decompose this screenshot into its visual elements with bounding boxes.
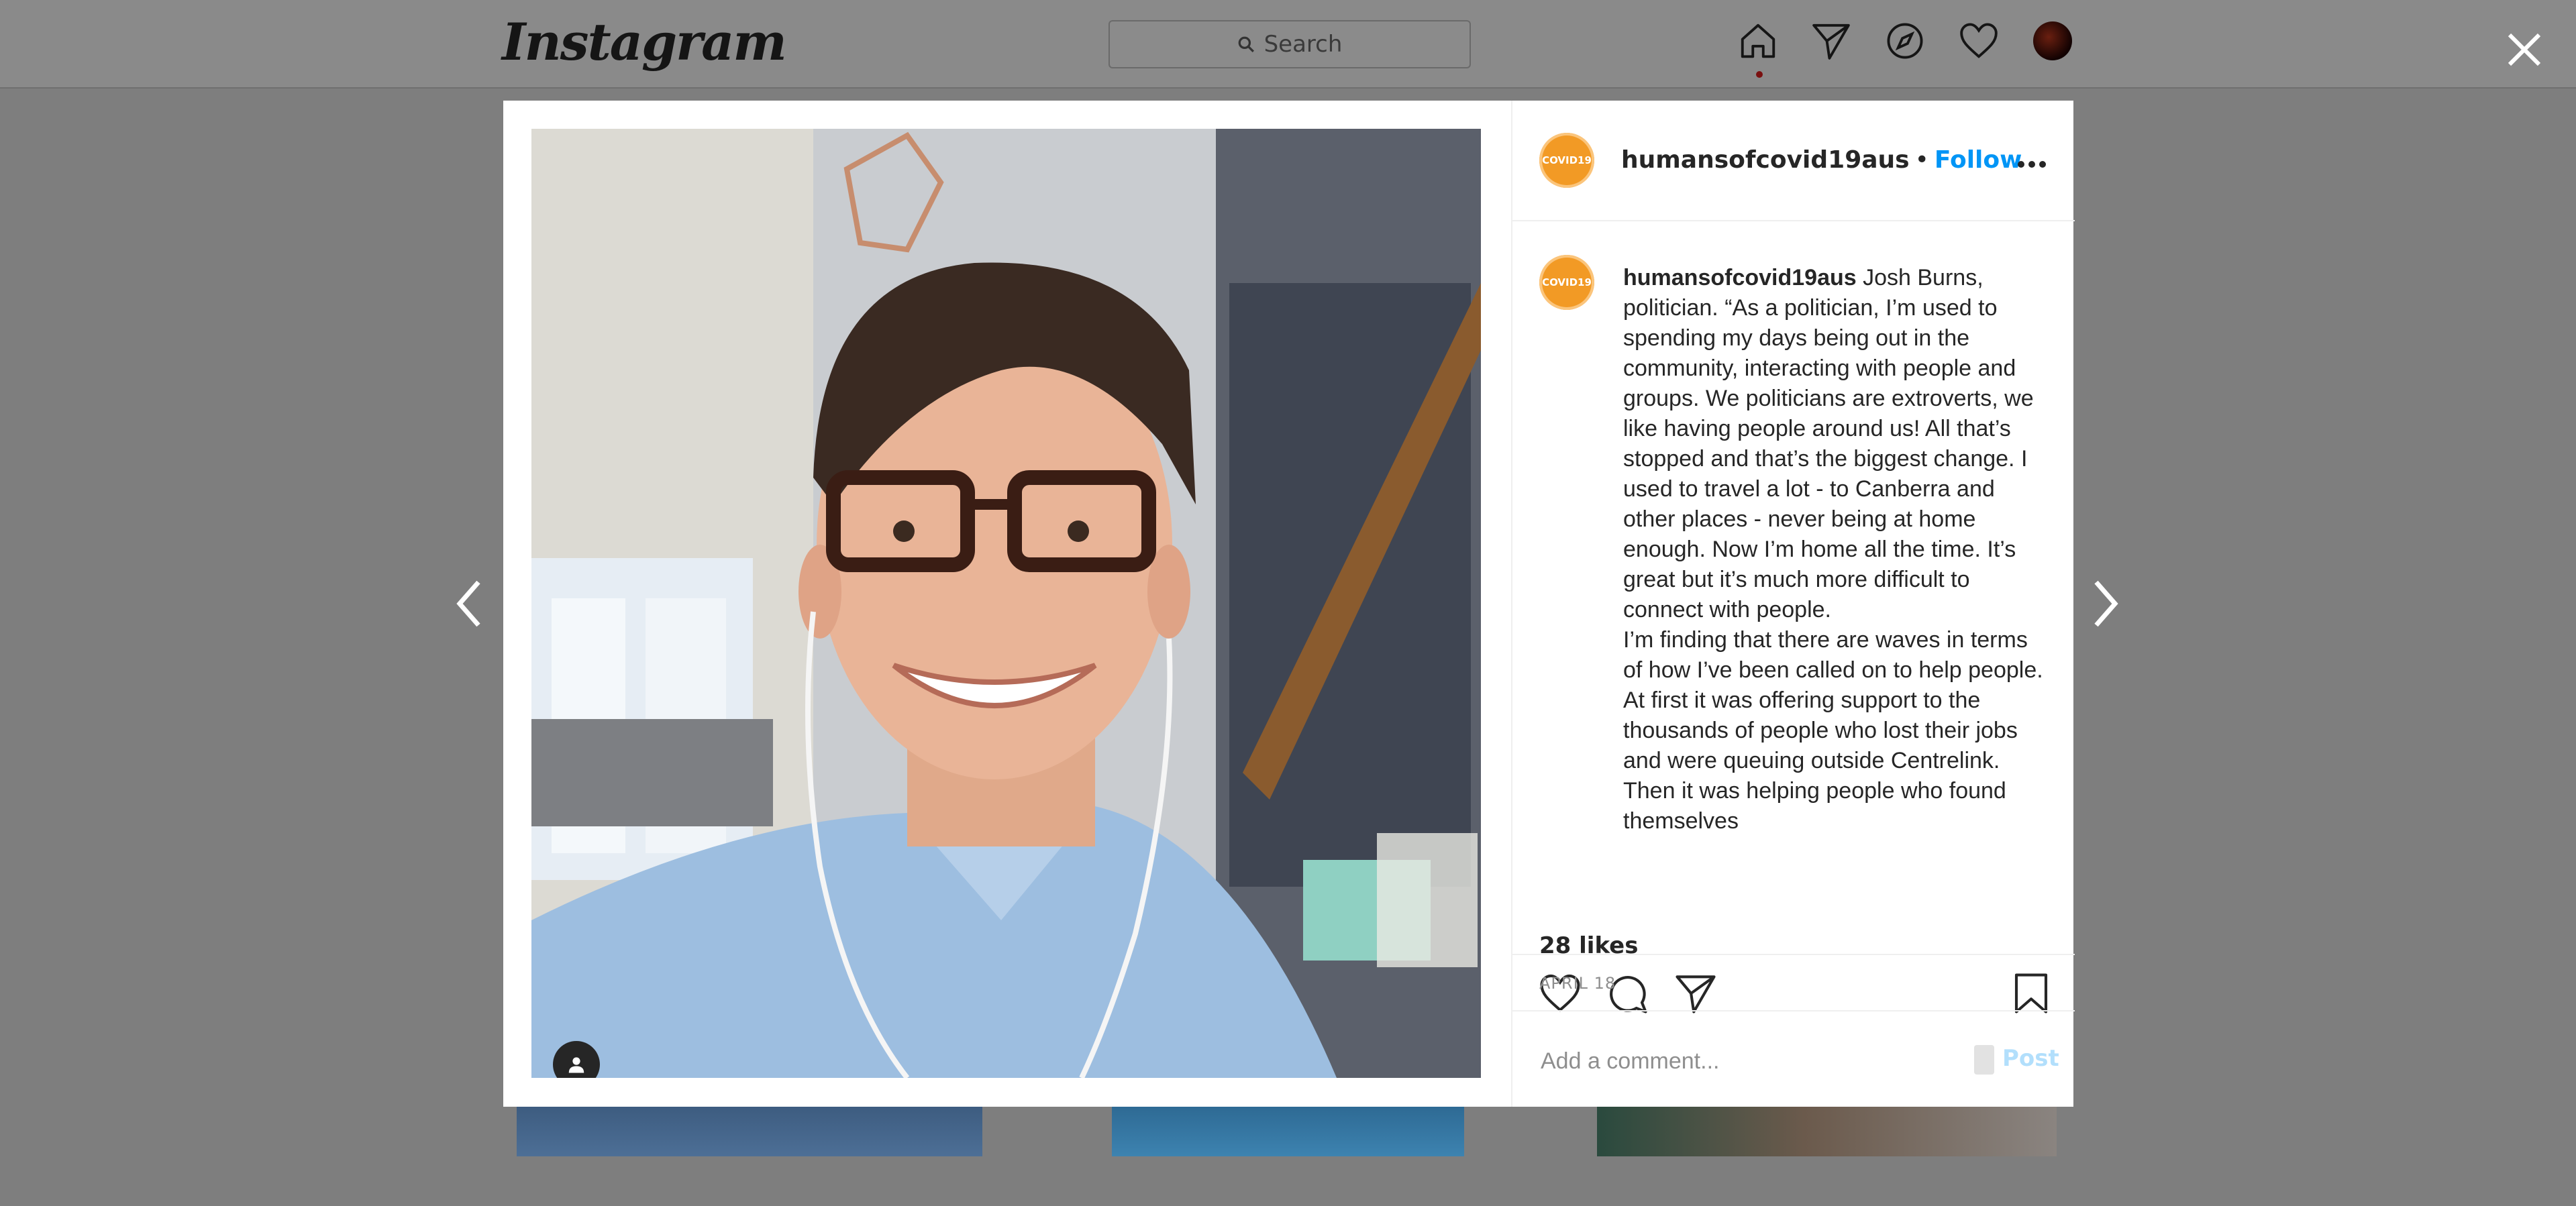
previous-arrow-icon[interactable] bbox=[453, 577, 486, 631]
caption-scroll-area[interactable]: COVID19 humansofcovid19aus Josh Burns, p… bbox=[1512, 221, 2075, 954]
save-bookmark-icon[interactable] bbox=[2009, 971, 2053, 1016]
post-modal: COVID19 humansofcovid19aus • Follow COVID1… bbox=[503, 101, 2075, 1107]
next-arrow-icon[interactable] bbox=[2088, 577, 2122, 631]
home-icon[interactable] bbox=[1737, 20, 1779, 62]
top-navigation-bar: Instagram Search bbox=[0, 0, 2576, 89]
direct-icon[interactable] bbox=[1810, 20, 1852, 62]
author-username[interactable]: humansofcovid19aus bbox=[1621, 146, 1910, 174]
post-header: COVID19 humansofcovid19aus • Follow bbox=[1512, 101, 2075, 221]
avatar-text: COVID19 bbox=[1542, 276, 1592, 288]
more-options-icon[interactable] bbox=[2017, 158, 2047, 168]
grid-thumbnail[interactable] bbox=[1597, 1107, 2057, 1156]
search-placeholder: Search bbox=[1264, 31, 1343, 58]
comment-bar: Post bbox=[1512, 1010, 2075, 1108]
post-header-user: humansofcovid19aus • Follow bbox=[1621, 146, 2022, 174]
header-separator: • bbox=[1914, 146, 1929, 174]
instagram-logo[interactable]: Instagram bbox=[502, 12, 787, 72]
caption-avatar[interactable]: COVID19 bbox=[1539, 255, 1594, 310]
explore-icon[interactable] bbox=[1884, 20, 1926, 62]
comment-input[interactable] bbox=[1539, 1044, 1958, 1079]
profile-avatar[interactable] bbox=[2033, 21, 2072, 60]
follow-button[interactable]: Follow bbox=[1935, 146, 2022, 174]
grid-thumbnail[interactable] bbox=[1112, 1107, 1464, 1156]
post-side-panel: COVID19 humansofcovid19aus • Follow COVID1… bbox=[1511, 101, 2075, 1107]
post-caption: humansofcovid19aus Josh Burns, politicia… bbox=[1623, 263, 2046, 836]
share-icon[interactable] bbox=[1673, 971, 1718, 1016]
close-icon[interactable] bbox=[2504, 30, 2544, 70]
post-photo[interactable] bbox=[531, 129, 1481, 1078]
grid-thumbnail[interactable] bbox=[517, 1107, 982, 1156]
likes-count[interactable]: 28 likes bbox=[1539, 932, 1638, 959]
activity-heart-icon[interactable] bbox=[1958, 20, 2000, 62]
post-comment-button[interactable]: Post bbox=[2002, 1045, 2059, 1072]
home-notification-dot bbox=[1756, 71, 1763, 78]
caption-paragraph-1: Josh Burns, politician. “As a politician… bbox=[1623, 265, 2034, 622]
scroll-stepper-icon bbox=[1974, 1045, 1994, 1075]
avatar-text: COVID19 bbox=[1542, 154, 1592, 166]
caption-paragraph-2: I’m finding that there are waves in term… bbox=[1623, 627, 2043, 834]
caption-username[interactable]: humansofcovid19aus bbox=[1623, 265, 1857, 290]
post-date[interactable]: APRIL 18 bbox=[1539, 974, 1616, 993]
author-avatar[interactable]: COVID19 bbox=[1539, 133, 1594, 188]
search-icon bbox=[1238, 36, 1254, 52]
post-photo-image bbox=[531, 129, 1481, 1078]
search-box[interactable]: Search bbox=[1109, 20, 1471, 68]
